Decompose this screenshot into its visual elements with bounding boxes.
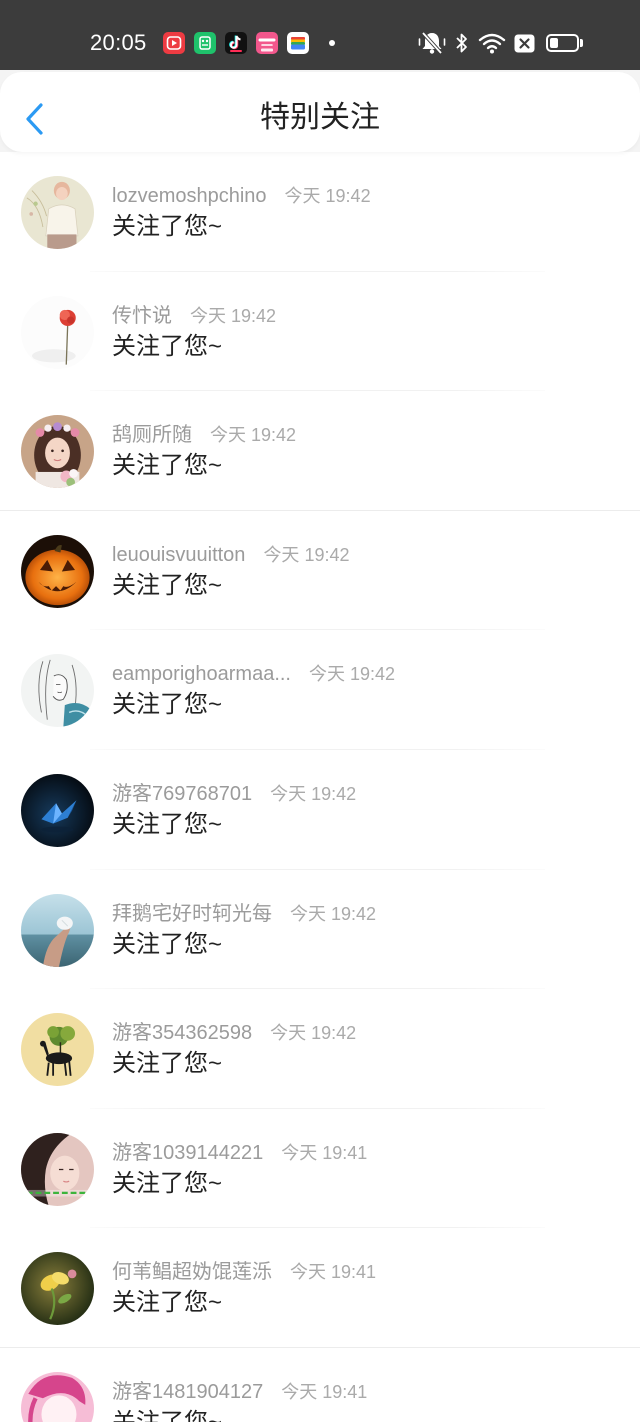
avatar[interactable] (21, 654, 94, 728)
message-text: 关注了您~ (112, 452, 223, 480)
item-meta: 游客354362598 今天 19:42 (112, 1019, 356, 1047)
message-text: 关注了您~ (112, 332, 223, 360)
follow-list: lozvemoshpchino 今天 19:42 关注了您~ 传忭说 今天 19… (0, 152, 640, 1422)
green-app-icon (194, 32, 216, 54)
bluetooth-icon (455, 31, 469, 55)
avatar[interactable] (21, 1252, 94, 1326)
list-item[interactable]: 游客354362598 今天 19:42 关注了您~ (0, 989, 640, 1109)
list-item[interactable]: 何苇鲳超妫馄莲泺 今天 19:41 关注了您~ (0, 1228, 640, 1348)
avatar[interactable] (21, 1132, 94, 1206)
battery-icon (546, 34, 584, 52)
title-bar: 特别关注 (0, 72, 640, 152)
username: 游客769768701 (112, 782, 253, 805)
username: 何苇鲳超妫馄莲泺 (112, 1261, 272, 1284)
username: leuouisvuuitton (112, 543, 246, 566)
avatar[interactable] (21, 773, 94, 847)
message-text: 关注了您~ (112, 1289, 223, 1317)
username: 游客1039144221 (112, 1141, 264, 1164)
close-box-icon (514, 34, 535, 53)
avatar[interactable] (21, 176, 94, 249)
timestamp: 今天 19:42 (284, 186, 371, 206)
username: 传忭说 (112, 304, 172, 327)
wifi-icon (478, 32, 506, 54)
timestamp: 今天 19:41 (281, 1381, 368, 1402)
username: 游客354362598 (112, 1022, 253, 1045)
item-meta: 游客1039144221 今天 19:41 (112, 1139, 367, 1167)
pink-app-icon (256, 32, 278, 54)
list-item[interactable]: leuouisvuuitton 今天 19:42 关注了您~ (0, 511, 640, 631)
message-text: 关注了您~ (112, 810, 223, 838)
avatar[interactable] (21, 1371, 94, 1422)
username: lozvemoshpchino (112, 185, 267, 207)
timestamp: 今天 19:42 (190, 305, 277, 326)
message-text: 关注了您~ (112, 213, 223, 240)
list-item[interactable]: eamporighoarmaa... 今天 19:42 关注了您~ (0, 630, 640, 750)
item-meta: 拜鹅宅好时轲光每 今天 19:42 (112, 900, 376, 928)
username: 鸹厕所随 (112, 424, 192, 447)
item-meta: eamporighoarmaa... 今天 19:42 (112, 660, 395, 688)
timestamp: 今天 19:42 (290, 903, 377, 924)
timestamp: 今天 19:42 (270, 1023, 357, 1044)
list-item[interactable]: 游客769768701 今天 19:42 关注了您~ (0, 750, 640, 870)
list-item[interactable]: 鸹厕所随 今天 19:42 关注了您~ (0, 391, 640, 511)
timestamp: 今天 19:42 (270, 783, 357, 804)
screen: 20:05 特别关注 lozvemoshpchino 今天 19:42 关注了您… (0, 0, 640, 1422)
username: 拜鹅宅好时轲光每 (112, 902, 272, 925)
battery-fill (550, 38, 558, 48)
list-item[interactable]: 游客1039144221 今天 19:41 关注了您~ (0, 1109, 640, 1229)
message-text: 关注了您~ (112, 1408, 222, 1422)
item-meta: lozvemoshpchino 今天 19:42 (112, 182, 371, 210)
timestamp: 今天 19:42 (263, 544, 350, 565)
avatar[interactable] (21, 1013, 94, 1087)
item-meta: leuouisvuuitton 今天 19:42 (112, 541, 349, 569)
page-title: 特别关注 (260, 101, 380, 134)
avatar[interactable] (21, 295, 94, 369)
message-text: 关注了您~ (112, 571, 223, 599)
status-time: 20:05 (90, 30, 147, 55)
item-meta: 游客769768701 今天 19:42 (112, 780, 356, 808)
timestamp: 今天 19:41 (281, 1142, 368, 1163)
video-app-icon (163, 32, 185, 54)
message-text: 关注了您~ (112, 1169, 223, 1197)
message-text: 关注了您~ (112, 930, 223, 958)
username: eamporighoarmaa... (112, 663, 291, 686)
list-item[interactable]: 拜鹅宅好时轲光每 今天 19:42 关注了您~ (0, 870, 640, 990)
avatar[interactable] (21, 415, 94, 489)
username: 游客1481904127 (112, 1380, 264, 1403)
more-notifications-dot (329, 40, 335, 46)
avatar[interactable] (21, 893, 94, 967)
timestamp: 今天 19:41 (290, 1262, 377, 1283)
list-item[interactable]: 传忭说 今天 19:42 关注了您~ (0, 272, 640, 392)
list-item[interactable]: 游客1481904127 今天 19:41 关注了您~ (0, 1348, 640, 1422)
tiktok-icon (225, 32, 247, 54)
wallet-app-icon (287, 32, 309, 54)
item-meta: 传忭说 今天 19:42 (112, 302, 276, 330)
list-item[interactable]: lozvemoshpchino 今天 19:42 关注了您~ (0, 152, 640, 272)
mute-icon (418, 30, 446, 56)
avatar[interactable] (21, 534, 94, 608)
item-meta: 鸹厕所随 今天 19:42 (112, 421, 296, 449)
timestamp: 今天 19:42 (210, 425, 297, 446)
message-text: 关注了您~ (112, 691, 223, 719)
item-meta: 游客1481904127 今天 19:41 (112, 1378, 367, 1406)
status-bar: 20:05 (0, 0, 640, 70)
item-meta: 何苇鲳超妫馄莲泺 今天 19:41 (112, 1258, 376, 1286)
message-text: 关注了您~ (112, 1050, 223, 1078)
timestamp: 今天 19:42 (308, 664, 396, 685)
